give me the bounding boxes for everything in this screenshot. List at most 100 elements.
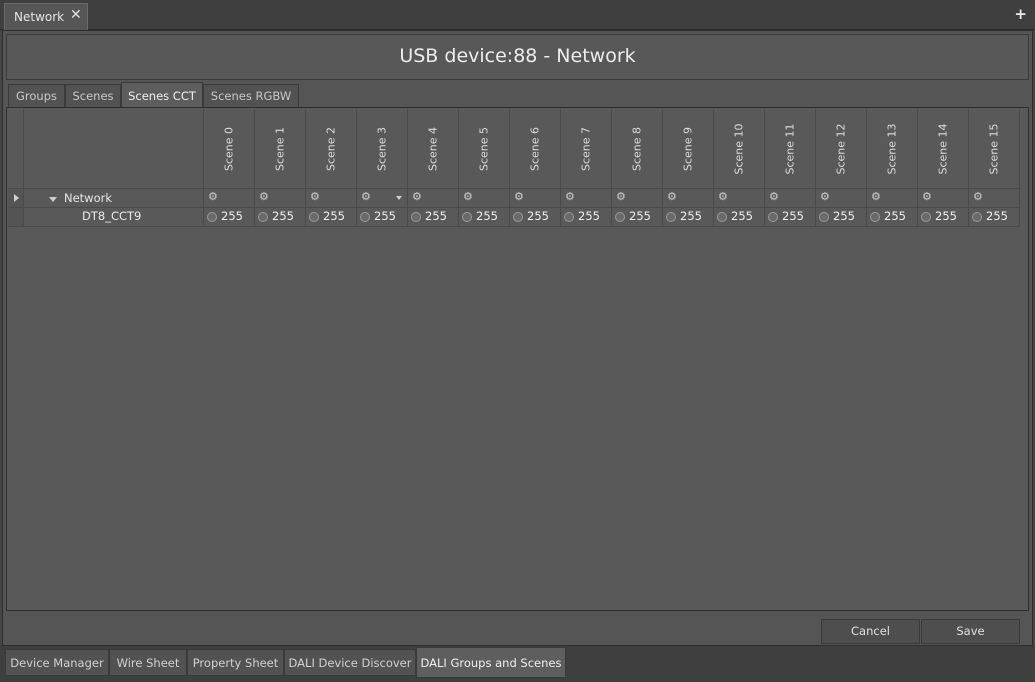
row-selector[interactable]	[8, 208, 24, 227]
radio-button[interactable]	[666, 212, 676, 222]
radio-button[interactable]	[972, 212, 982, 222]
tab-scenes-cct[interactable]: Scenes CCT	[121, 82, 203, 109]
scene-column-header[interactable]: Scene 0	[204, 109, 255, 189]
network-scene-cell[interactable]: ⚙	[255, 189, 306, 208]
scene-column-header[interactable]: Scene 6	[510, 109, 561, 189]
save-button[interactable]: Save	[921, 619, 1020, 644]
chevron-down-icon[interactable]	[396, 196, 402, 200]
tab-groups[interactable]: Groups	[8, 84, 65, 108]
device-scene-cell[interactable]: 255	[204, 208, 255, 227]
scene-column-header[interactable]: Scene 12	[816, 109, 867, 189]
radio-button[interactable]	[870, 212, 880, 222]
close-icon[interactable]: ✕	[70, 7, 82, 23]
gear-icon[interactable]: ⚙	[871, 190, 881, 203]
document-tab-network[interactable]: Network ✕	[4, 3, 88, 30]
gear-icon[interactable]: ⚙	[310, 190, 320, 203]
radio-button[interactable]	[462, 212, 472, 222]
radio-button[interactable]	[258, 212, 268, 222]
device-scene-cell[interactable]: 255	[663, 208, 714, 227]
radio-button[interactable]	[411, 212, 421, 222]
tab-property-sheet[interactable]: Property Sheet	[187, 649, 284, 676]
gear-icon[interactable]: ⚙	[769, 190, 779, 203]
device-scene-cell[interactable]: 255	[255, 208, 306, 227]
device-scene-cell[interactable]: 255	[969, 208, 1020, 227]
network-scene-cell[interactable]: ⚙	[612, 189, 663, 208]
device-scene-cell[interactable]: 255	[765, 208, 816, 227]
expand-arrow-icon[interactable]	[14, 194, 19, 202]
scene-column-header[interactable]: Scene 14	[918, 109, 969, 189]
scene-column-header[interactable]: Scene 13	[867, 109, 918, 189]
network-scene-cell[interactable]: ⚙	[969, 189, 1020, 208]
device-scene-cell[interactable]: 255	[510, 208, 561, 227]
network-scene-cell[interactable]: ⚙	[561, 189, 612, 208]
tab-dali-device-discover[interactable]: DALI Device Discover	[284, 649, 416, 676]
scene-column-header[interactable]: Scene 2	[306, 109, 357, 189]
scene-column-header[interactable]: Scene 11	[765, 109, 816, 189]
device-scene-cell[interactable]: 255	[918, 208, 969, 227]
gear-icon[interactable]: ⚙	[412, 190, 422, 203]
gear-icon[interactable]: ⚙	[616, 190, 626, 203]
gear-icon[interactable]: ⚙	[259, 190, 269, 203]
tab-device-manager[interactable]: Device Manager	[5, 649, 109, 676]
tab-wire-sheet[interactable]: Wire Sheet	[109, 649, 187, 676]
network-scene-cell[interactable]: ⚙	[765, 189, 816, 208]
network-scene-cell[interactable]: ⚙	[459, 189, 510, 208]
network-scene-cell[interactable]: ⚙	[204, 189, 255, 208]
network-scene-cell[interactable]: ⚙	[357, 189, 408, 208]
gear-icon[interactable]: ⚙	[922, 190, 932, 203]
scene-column-header[interactable]: Scene 5	[459, 109, 510, 189]
radio-button[interactable]	[768, 212, 778, 222]
collapse-arrow-icon[interactable]	[49, 197, 57, 202]
scene-column-header[interactable]: Scene 7	[561, 109, 612, 189]
network-scene-cell[interactable]: ⚙	[306, 189, 357, 208]
scene-column-header[interactable]: Scene 8	[612, 109, 663, 189]
radio-button[interactable]	[513, 212, 523, 222]
device-scene-cell[interactable]: 255	[459, 208, 510, 227]
row-selector[interactable]	[8, 189, 24, 208]
gear-icon[interactable]: ⚙	[565, 190, 575, 203]
radio-button[interactable]	[819, 212, 829, 222]
scene-column-header[interactable]: Scene 9	[663, 109, 714, 189]
device-scene-cell[interactable]: 255	[612, 208, 663, 227]
scene-column-header[interactable]: Scene 1	[255, 109, 306, 189]
device-scene-cell[interactable]: 255	[714, 208, 765, 227]
scene-column-header[interactable]: Scene 4	[408, 109, 459, 189]
network-scene-cell[interactable]: ⚙	[510, 189, 561, 208]
gear-icon[interactable]: ⚙	[718, 190, 728, 203]
radio-button[interactable]	[717, 212, 727, 222]
radio-button[interactable]	[309, 212, 319, 222]
add-tab-icon[interactable]: +	[1014, 5, 1027, 23]
device-scene-cell[interactable]: 255	[867, 208, 918, 227]
network-scene-cell[interactable]: ⚙	[408, 189, 459, 208]
network-scene-cell[interactable]: ⚙	[714, 189, 765, 208]
tab-scenes[interactable]: Scenes	[65, 84, 121, 108]
gear-icon[interactable]: ⚙	[361, 190, 371, 203]
radio-button[interactable]	[564, 212, 574, 222]
gear-icon[interactable]: ⚙	[820, 190, 830, 203]
device-scene-cell[interactable]: 255	[561, 208, 612, 227]
gear-icon[interactable]: ⚙	[667, 190, 677, 203]
radio-button[interactable]	[921, 212, 931, 222]
gear-icon[interactable]: ⚙	[973, 190, 983, 203]
gear-icon[interactable]: ⚙	[514, 190, 524, 203]
device-scene-cell[interactable]: 255	[357, 208, 408, 227]
scene-column-header[interactable]: Scene 3	[357, 109, 408, 189]
tab-dali-groups-and-scenes[interactable]: DALI Groups and Scenes	[416, 647, 566, 678]
scene-column-header[interactable]: Scene 15	[969, 109, 1020, 189]
network-scene-cell[interactable]: ⚙	[867, 189, 918, 208]
gear-icon[interactable]: ⚙	[208, 190, 218, 203]
radio-button[interactable]	[615, 212, 625, 222]
scene-header-label: Scene 15	[987, 122, 1001, 175]
radio-button[interactable]	[360, 212, 370, 222]
network-scene-cell[interactable]: ⚙	[918, 189, 969, 208]
cancel-button[interactable]: Cancel	[821, 619, 920, 644]
device-scene-cell[interactable]: 255	[306, 208, 357, 227]
gear-icon[interactable]: ⚙	[463, 190, 473, 203]
network-scene-cell[interactable]: ⚙	[663, 189, 714, 208]
device-scene-cell[interactable]: 255	[408, 208, 459, 227]
tab-scenes-rgbw[interactable]: Scenes RGBW	[203, 84, 299, 108]
radio-button[interactable]	[207, 212, 217, 222]
network-scene-cell[interactable]: ⚙	[816, 189, 867, 208]
scene-column-header[interactable]: Scene 10	[714, 109, 765, 189]
device-scene-cell[interactable]: 255	[816, 208, 867, 227]
